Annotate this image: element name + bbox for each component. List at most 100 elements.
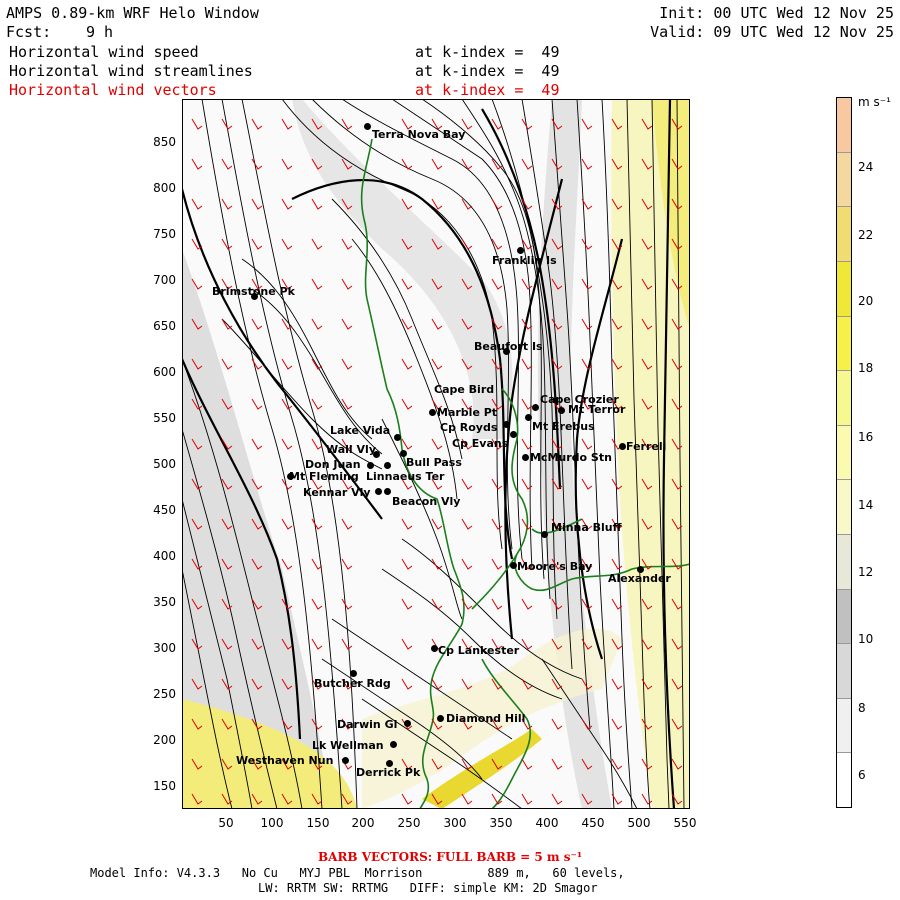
site-marker (517, 247, 524, 254)
colorbar-segment (837, 260, 851, 316)
colorbar (836, 97, 852, 808)
forecast-label: Fcst: (6, 23, 52, 41)
site-label: Lk Wellman (312, 739, 384, 752)
site-label: Terra Nova Bay (372, 128, 466, 141)
y-tick-label: 500 (153, 457, 176, 471)
x-tick-label: 450 (581, 816, 605, 830)
barb-legend: BARB VECTORS: FULL BARB = 5 m s⁻¹ (318, 850, 583, 864)
site-label: Diamond Hill (446, 712, 526, 725)
x-tick-label: 300 (443, 816, 467, 830)
colorbar-label: 18 (858, 361, 874, 375)
site-label: Moore's Bay (517, 560, 593, 573)
map-title: AMPS 0.89-km WRF Helo Window (6, 4, 259, 22)
colorbar-label: 8 (858, 701, 866, 715)
site-marker (619, 443, 626, 450)
x-tick-label: 200 (351, 816, 375, 830)
site-label: Lake Vida (330, 424, 391, 437)
valid-time: Valid: 09 UTC Wed 12 Nov 25 (650, 23, 894, 41)
x-tick-label: 100 (260, 816, 284, 830)
x-tick-label: 350 (489, 816, 513, 830)
site-label: Franklin Is (492, 254, 557, 267)
colorbar-label: 24 (858, 160, 874, 174)
y-tick-label: 300 (153, 641, 176, 655)
colorbar-segment (837, 643, 851, 698)
site-label: Kennar Vly (303, 486, 371, 499)
x-tick-label: 500 (627, 816, 651, 830)
field-wind-speed: Horizontal wind speed (9, 43, 199, 61)
site-label: Alexander (608, 572, 671, 585)
field-wind-vectors: Horizontal wind vectors (9, 81, 217, 99)
site-marker (384, 462, 391, 469)
site-marker (510, 431, 517, 438)
site-marker (384, 488, 391, 495)
y-tick-label: 250 (153, 687, 176, 701)
colorbar-segment (837, 533, 851, 589)
field-wind-speed-level: at k-index = 49 (415, 43, 560, 61)
site-label: Cape Bird (434, 383, 495, 396)
colorbar-segment (837, 424, 851, 480)
colorbar-segment (837, 588, 851, 644)
field-wind-vectors-level: at k-index = 49 (415, 81, 560, 99)
site-marker (367, 462, 374, 469)
y-tick-label: 800 (153, 181, 176, 195)
site-label: Derrick Pk (356, 766, 421, 779)
site-marker (394, 434, 401, 441)
field-streamlines-level: at k-index = 49 (415, 62, 560, 80)
site-label: Westhaven Nun (236, 754, 334, 767)
site-marker (510, 562, 517, 569)
colorbar-segment (837, 752, 851, 807)
site-marker (342, 757, 349, 764)
site-label: Brimstone Pk (212, 285, 295, 298)
y-tick-label: 350 (153, 595, 176, 609)
site-label: Darwin Gl (337, 718, 398, 731)
site-label: Linnaeus Ter (366, 470, 445, 483)
site-label: Minna Bluff (551, 521, 622, 534)
site-marker (525, 414, 532, 421)
colorbar-unit: m s⁻¹ (858, 95, 891, 109)
site-marker (404, 720, 411, 727)
site-label: Ferrell (626, 440, 667, 453)
y-tick-label: 700 (153, 273, 176, 287)
colorbar-label: 14 (858, 498, 874, 512)
site-marker (431, 645, 438, 652)
y-tick-label: 150 (153, 779, 176, 793)
y-tick-label: 450 (153, 503, 176, 517)
colorbar-label: 12 (858, 565, 874, 579)
colorbar-label: 16 (858, 430, 874, 444)
site-marker (522, 454, 529, 461)
site-label: Bull Pass (406, 456, 462, 469)
y-tick-label: 650 (153, 319, 176, 333)
init-time: Init: 00 UTC Wed 12 Nov 25 (659, 4, 894, 22)
x-tick-label: 400 (535, 816, 559, 830)
y-tick-label: 200 (153, 733, 176, 747)
model-info-line-1: Model Info: V4.3.3 No Cu MYJ PBL Morriso… (90, 866, 625, 880)
colorbar-label: 6 (858, 768, 866, 782)
site-label: Wall Vly (326, 443, 376, 456)
site-marker (503, 421, 510, 428)
wind-map (182, 99, 690, 809)
x-tick-label: 150 (306, 816, 330, 830)
y-tick-label: 400 (153, 549, 176, 563)
site-label: Mt Terror (568, 403, 626, 416)
y-tick-label: 750 (153, 227, 176, 241)
site-marker (390, 741, 397, 748)
field-streamlines: Horizontal wind streamlines (9, 62, 253, 80)
site-label: Cp Lankester (438, 644, 520, 657)
site-label: Butcher Rdg (314, 677, 391, 690)
colorbar-segment (837, 315, 851, 371)
site-label: Mt Fleming (289, 470, 359, 483)
site-label: Cp Evans (452, 437, 509, 450)
colorbar-segment (837, 206, 851, 261)
colorbar-segment (837, 151, 851, 207)
colorbar-segment (837, 98, 851, 152)
site-marker (350, 670, 357, 677)
colorbar-segment (837, 697, 851, 753)
site-label: Marble Pt (437, 406, 498, 419)
site-marker (375, 488, 382, 495)
site-label: Beacon Vly (392, 495, 461, 508)
site-marker (532, 404, 539, 411)
x-tick-label: 50 (218, 816, 234, 830)
forecast-hour: 9 h (86, 23, 114, 41)
site-marker (541, 531, 548, 538)
site-marker (429, 409, 436, 416)
